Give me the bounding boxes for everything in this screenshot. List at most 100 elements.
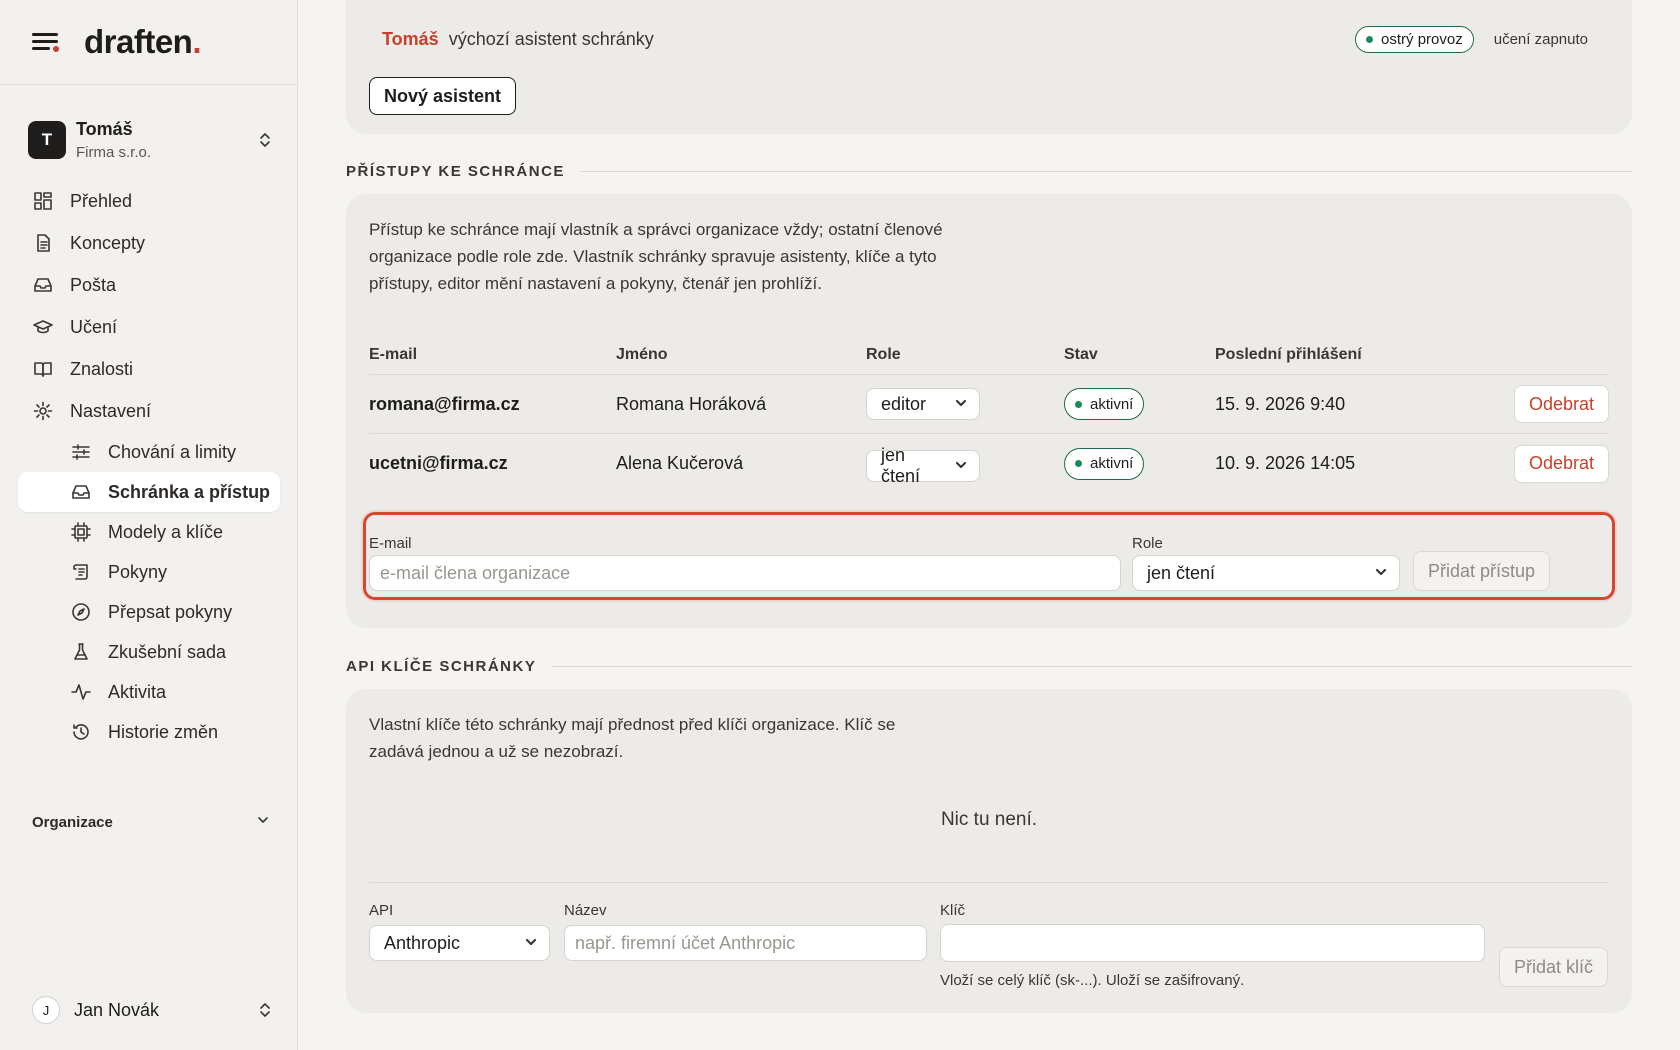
key-input[interactable]	[940, 924, 1485, 962]
main-content: Tomáš výchozí asistent schránky ostrý pr…	[298, 0, 1680, 1050]
access-description: Přístup ke schránce mají vlastník a sprá…	[369, 220, 943, 293]
status-badge-label: aktivní	[1090, 395, 1134, 413]
row-name: Alena Kučerová	[616, 453, 744, 473]
section-title-access: PŘÍSTUPY KE SCHRÁNCE	[346, 163, 1632, 180]
email-input-placeholder: e-mail člena organizace	[380, 562, 571, 583]
org-switcher[interactable]: T Tomáš Firma s.r.o.	[28, 115, 272, 165]
dashboard-icon	[32, 190, 54, 212]
status-dot-icon	[1366, 36, 1374, 43]
new-assistant-button[interactable]: Nový asistent	[369, 77, 517, 115]
user-avatar: J	[32, 996, 60, 1024]
sidebar-item-nastaveni[interactable]: Nastavení	[18, 390, 280, 432]
sidebar-subitem-modely[interactable]: Modely a klíče	[18, 512, 280, 552]
add-key-button[interactable]: Přidat klíč	[1499, 947, 1609, 987]
sidebar-item-label: Modely a klíče	[108, 521, 224, 542]
sidebar-section-organizace[interactable]: Organizace	[32, 810, 270, 834]
sidebar-subitem-aktivita[interactable]: Aktivita	[18, 672, 280, 712]
email-input[interactable]: e-mail člena organizace	[369, 555, 1121, 591]
sidebar-subitem-prepsat[interactable]: Přepsat pokyny	[18, 592, 280, 632]
section-title-api-keys: API KLÍČE SCHRÁNKY	[346, 658, 1632, 675]
sidebar-item-label: Zkušební sada	[108, 641, 227, 662]
assistant-name[interactable]: Tomáš	[382, 29, 439, 50]
book-icon	[32, 358, 54, 380]
brand-bar: draften.	[0, 0, 297, 85]
sidebar-section-label: Organizace	[32, 813, 113, 831]
cpu-icon	[70, 521, 92, 543]
inbox-icon	[32, 274, 54, 296]
remove-access-button[interactable]: Odebrat	[1513, 385, 1609, 423]
table-header: E-mail Jméno Role Stav Poslední přihláše…	[369, 346, 1609, 375]
access-table: E-mail Jméno Role Stav Poslední přihláše…	[369, 346, 1609, 493]
sidebar-subitem-chovani[interactable]: Chování a limity	[18, 432, 280, 472]
role-select-value: jen čtení	[881, 445, 921, 486]
divider	[369, 882, 1609, 883]
column-header-status: Stav	[1064, 346, 1098, 363]
remove-access-button[interactable]: Odebrat	[1513, 444, 1609, 483]
status-dot-icon	[1075, 400, 1082, 408]
status-badge-label: aktivní	[1090, 455, 1134, 472]
flask-icon	[70, 641, 92, 663]
column-header-email: E-mail	[369, 346, 418, 363]
brand-logo[interactable]: draften.	[84, 23, 201, 61]
sidebar-item-label: Pošta	[70, 274, 117, 295]
key-name-input-placeholder: např. firemní účet Anthropic	[575, 932, 796, 953]
sidebar-item-label: Schránka a přístup	[108, 481, 271, 502]
empty-state: Nic tu není.	[940, 809, 1038, 830]
api-keys-description: Vlastní klíče této schránky mají přednos…	[369, 715, 896, 761]
sidebar-item-uceni[interactable]: Učení	[18, 306, 280, 348]
role-select[interactable]: editor	[866, 388, 980, 420]
table-row: romana@firma.cz Romana Horáková editor a…	[369, 375, 1609, 434]
sidebar-item-label: Znalosti	[70, 358, 134, 379]
email-field-label: E-mail	[369, 535, 412, 552]
api-field-label: API	[369, 902, 394, 919]
add-access-button[interactable]: Přidat přístup	[1413, 551, 1551, 591]
sidebar-item-label: Chování a limity	[108, 441, 237, 462]
brand-name: draften	[84, 23, 193, 60]
user-switcher[interactable]: J Jan Novák	[32, 993, 272, 1027]
key-name-field-label: Název	[564, 902, 607, 919]
row-name: Romana Horáková	[616, 393, 767, 414]
api-provider-select[interactable]: Anthropic	[369, 925, 550, 961]
role-select[interactable]: jen čtení	[866, 445, 980, 486]
history-icon	[70, 721, 92, 743]
user-name: Jan Novák	[74, 999, 160, 1020]
org-name: Tomáš	[76, 119, 133, 139]
chevron-down-icon	[955, 397, 967, 412]
status-badge: ostrý provoz	[1355, 26, 1474, 53]
role-select[interactable]: jen čtení	[1132, 555, 1400, 591]
scroll-icon	[70, 561, 92, 583]
row-email: ucetni@firma.cz	[369, 453, 508, 473]
row-last-login: 10. 9. 2026 14:05	[1215, 453, 1356, 473]
key-name-input[interactable]: např. firemní účet Anthropic	[564, 925, 927, 961]
sidebar-subitem-schranka[interactable]: Schránka a přístup	[18, 472, 280, 512]
sidebar-nav: Přehled Koncepty Pošta Učení Znalosti Na…	[18, 180, 280, 752]
sidebar-item-znalosti[interactable]: Znalosti	[18, 348, 280, 390]
api-provider-value: Anthropic	[384, 932, 461, 953]
org-company: Firma s.r.o.	[76, 144, 152, 161]
compass-icon	[70, 601, 92, 623]
column-header-last-login: Poslední přihlášení	[1215, 346, 1362, 363]
graduation-cap-icon	[32, 316, 54, 338]
sidebar-subitem-historie[interactable]: Historie změn	[18, 712, 280, 752]
sidebar-item-label: Přehled	[70, 190, 133, 211]
brand-dot: .	[192, 23, 202, 60]
sidebar: draften. T Tomáš Firma s.r.o. Přehled Ko…	[0, 0, 298, 1050]
assistant-row: Tomáš výchozí asistent schránky ostrý pr…	[382, 26, 1612, 53]
assistant-description: výchozí asistent schránky	[448, 29, 654, 49]
sidebar-subitem-zkusebni[interactable]: Zkušební sada	[18, 632, 280, 672]
org-avatar: T	[28, 121, 66, 159]
key-hint: Vloží se celý klíč (sk-...). Uloží se za…	[940, 972, 1245, 989]
sidebar-subitem-pokyny[interactable]: Pokyny	[18, 552, 280, 592]
sidebar-item-label: Učení	[70, 316, 118, 337]
document-icon	[32, 232, 54, 254]
menu-icon[interactable]	[32, 31, 60, 53]
inbox-icon	[70, 481, 92, 503]
chevron-updown-icon	[258, 1001, 272, 1019]
sidebar-item-koncepty[interactable]: Koncepty	[18, 222, 280, 264]
sidebar-item-posta[interactable]: Pošta	[18, 264, 280, 306]
section-title-label: PŘÍSTUPY KE SCHRÁNCE	[346, 163, 565, 180]
status-badge-label: ostrý provoz	[1381, 31, 1463, 48]
sidebar-item-prehled[interactable]: Přehled	[18, 180, 280, 222]
chevron-down-icon	[1375, 566, 1387, 581]
sidebar-item-label: Koncepty	[70, 232, 146, 253]
